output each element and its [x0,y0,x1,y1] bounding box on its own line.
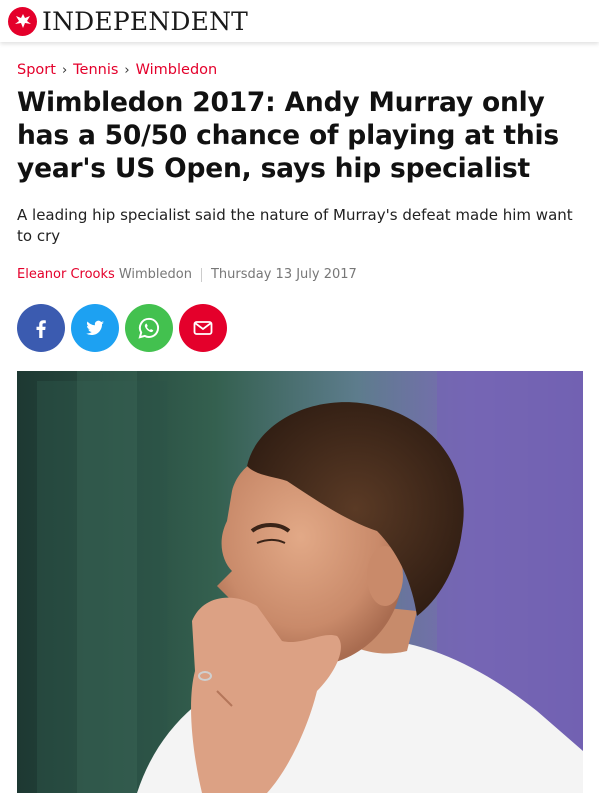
author-link[interactable]: Eleanor Crooks [17,267,115,282]
publish-date: Thursday 13 July 2017 [210,267,357,282]
chevron-right-icon: › [61,62,68,78]
byline-divider [200,267,202,282]
byline: Eleanor Crooks Wimbledon Thursday 13 Jul… [17,267,582,282]
chevron-right-icon: › [124,62,130,78]
breadcrumb-sport[interactable]: Sport [17,62,56,78]
share-facebook-button[interactable] [17,304,65,352]
share-whatsapp-button[interactable] [125,304,173,352]
breadcrumb-tennis[interactable]: Tennis [73,62,118,78]
masthead: INDEPENDENT [0,0,599,42]
site-logo[interactable]: INDEPENDENT [8,6,249,36]
brand-name: INDEPENDENT [42,6,249,36]
standfirst: A leading hip specialist said the nature… [17,206,573,245]
twitter-icon [86,320,104,336]
email-icon [193,321,213,335]
hero-photo [17,371,583,793]
headline: Wimbledon 2017: Andy Murray only has a 5… [17,87,560,184]
share-twitter-button[interactable] [71,304,119,352]
eagle-icon [8,6,37,36]
byline-location: Wimbledon [118,267,192,282]
share-email-button[interactable] [179,304,227,352]
article: Sport › Tennis › Wimbledon Wimbledon 201… [0,60,599,793]
breadcrumb-wimbledon[interactable]: Wimbledon [136,62,218,78]
hero-image [17,371,583,793]
facebook-icon [36,320,46,338]
whatsapp-icon [138,317,160,339]
share-bar [17,304,582,352]
breadcrumb: Sport › Tennis › Wimbledon [17,60,582,80]
